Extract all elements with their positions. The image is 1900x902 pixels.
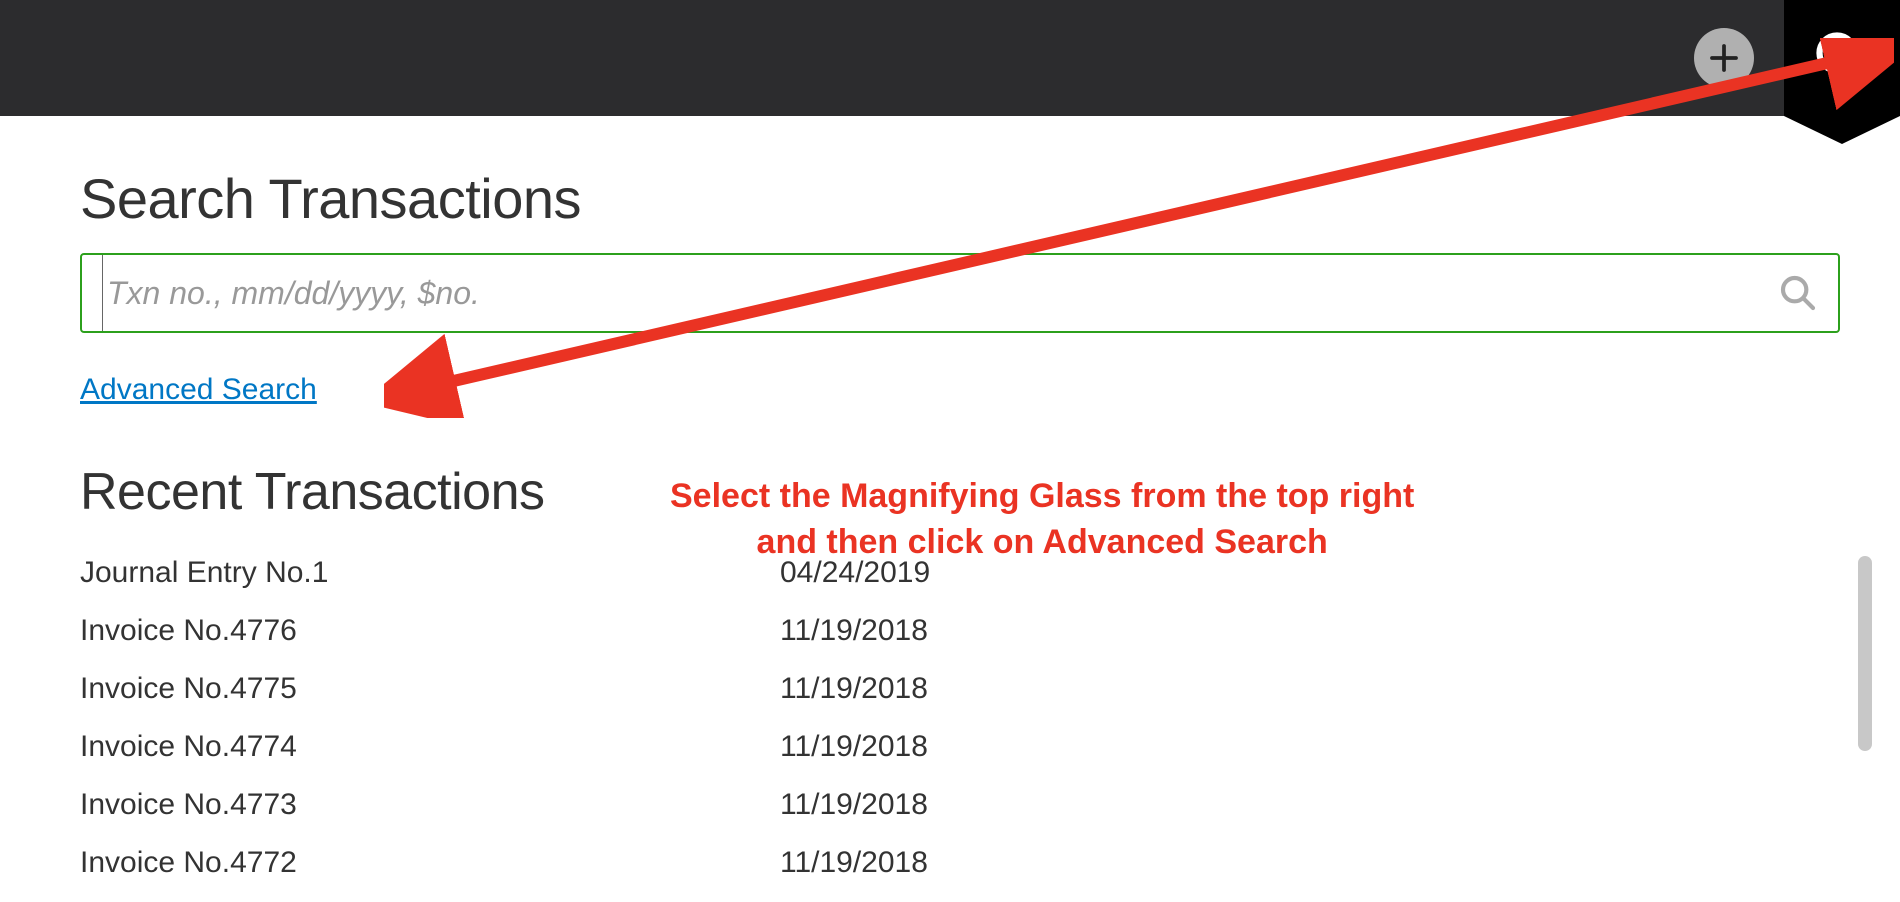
txn-date: 11/19/2018 [780, 788, 928, 822]
txn-date: 11/19/2018 [780, 730, 928, 764]
content-area: Search Transactions Advanced Search Rece… [0, 116, 1900, 892]
annotation-text: Select the Magnifying Glass from the top… [670, 474, 1414, 566]
txn-name: Invoice No.4776 [80, 614, 780, 648]
txn-name: Invoice No.4775 [80, 672, 780, 706]
table-row[interactable]: Invoice No.477411/19/2018 [80, 718, 1860, 776]
txn-date: 11/19/2018 [780, 846, 928, 880]
search-icon [1812, 28, 1872, 88]
search-input-icon [1778, 273, 1818, 313]
table-row[interactable]: Invoice No.477211/19/2018 [80, 834, 1860, 892]
add-button[interactable] [1694, 28, 1754, 88]
txn-name: Invoice No.4774 [80, 730, 780, 764]
search-input[interactable] [102, 255, 1778, 331]
table-row[interactable]: Invoice No.477311/19/2018 [80, 776, 1860, 834]
table-row[interactable]: Invoice No.477611/19/2018 [80, 602, 1860, 660]
plus-icon [1706, 40, 1742, 76]
scrollbar[interactable] [1858, 556, 1872, 751]
txn-name: Invoice No.4772 [80, 846, 780, 880]
search-button[interactable] [1784, 0, 1900, 116]
top-bar [0, 0, 1900, 116]
annotation-line2: and then click on Advanced Search [757, 523, 1328, 561]
table-row[interactable]: Invoice No.477511/19/2018 [80, 660, 1860, 718]
txn-date: 11/19/2018 [780, 672, 928, 706]
search-title: Search Transactions [80, 166, 1820, 231]
txn-date: 11/19/2018 [780, 614, 928, 648]
search-box[interactable] [80, 253, 1840, 333]
txn-name: Invoice No.4773 [80, 788, 780, 822]
annotation-line1: Select the Magnifying Glass from the top… [670, 477, 1414, 515]
transaction-list: Journal Entry No.104/24/2019 Invoice No.… [80, 544, 1860, 892]
advanced-search-link[interactable]: Advanced Search [80, 373, 317, 407]
